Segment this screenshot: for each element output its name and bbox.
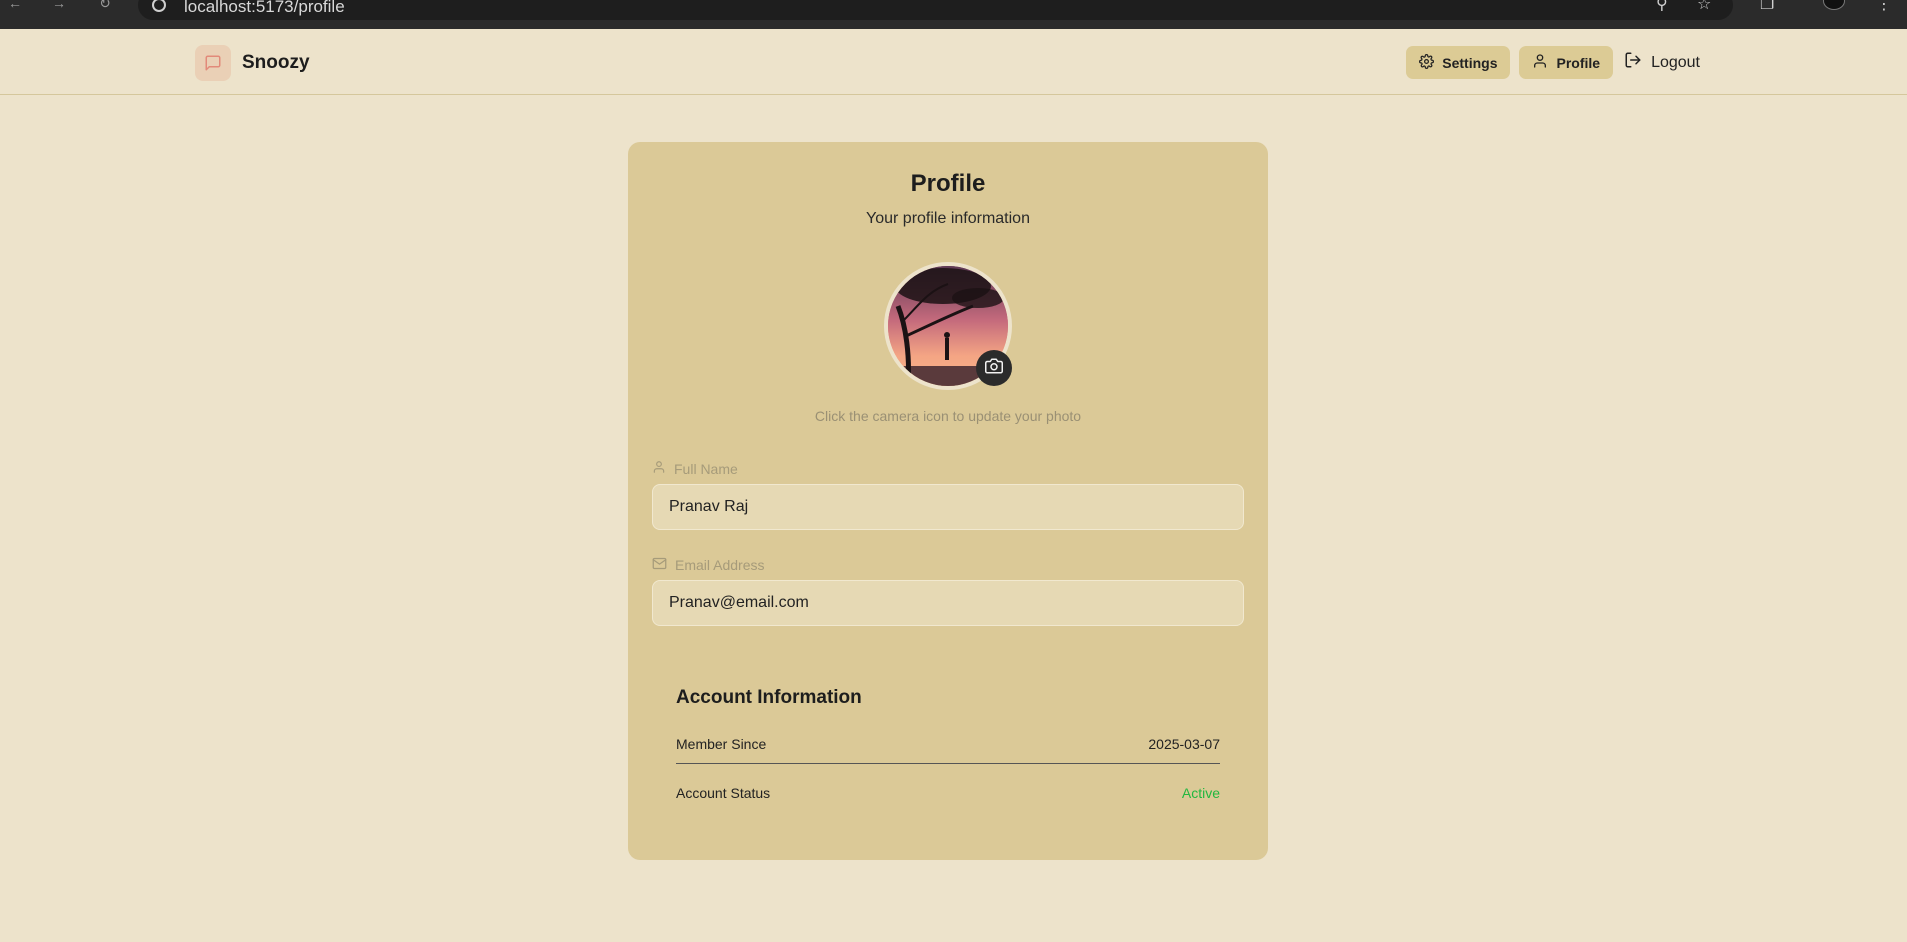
extensions-icon[interactable]: ❐ [1760,0,1774,13]
browser-toolbar: ← → ↻ localhost:5173/profile ⚲ ☆ ❐ ⋮ [0,0,1907,29]
user-icon [652,460,666,477]
star-icon[interactable]: ☆ [1697,0,1711,13]
app-header: Snoozy Settings Profile Logout [0,29,1907,95]
search-icon[interactable]: ⚲ [1656,0,1668,13]
settings-label: Settings [1442,54,1498,71]
back-icon[interactable]: ← [6,0,24,14]
full-name-label: Full Name [652,460,738,477]
member-since-value: 2025-03-07 [1148,736,1220,752]
account-info-title: Account Information [676,687,862,708]
status-badge: Active [1181,785,1220,801]
menu-icon[interactable]: ⋮ [1876,0,1892,13]
brand-name: Snoozy [242,52,310,73]
forward-icon[interactable]: → [50,0,68,14]
camera-button[interactable] [976,350,1012,386]
email-label-text: Email Address [675,557,765,573]
chat-bubble-icon [195,45,231,81]
reload-icon[interactable]: ↻ [96,0,114,14]
gear-icon [1419,53,1435,72]
site-info-icon[interactable] [152,0,166,12]
avatar-container [884,262,1012,390]
account-status-row: Account Status Active [676,785,1220,801]
header-actions: Settings Profile Logout [1406,46,1702,79]
profile-card: Profile Your profile information Click t… [628,142,1268,860]
member-since-row: Member Since 2025-03-07 [676,736,1220,764]
address-bar-url[interactable]: localhost:5173/profile [184,0,345,17]
profile-label: Profile [1556,54,1601,71]
logout-button[interactable]: Logout [1622,46,1702,79]
avatar-hint: Click the camera icon to update your pho… [814,408,1082,424]
browser-profile-avatar[interactable] [1823,0,1845,10]
settings-button[interactable]: Settings [1406,46,1511,79]
mail-icon [652,556,667,574]
camera-icon [985,357,1003,380]
brand[interactable]: Snoozy [195,45,310,81]
full-name-field[interactable]: Pranav Raj [652,484,1244,530]
user-icon [1532,53,1548,72]
account-status-label: Account Status [676,785,771,801]
page-subtitle: Your profile information [866,210,1030,227]
email-label: Email Address [652,556,764,574]
profile-button[interactable]: Profile [1519,46,1614,79]
address-bar[interactable]: localhost:5173/profile [138,0,1733,20]
page-title: Profile [910,170,986,197]
logout-icon [1624,51,1642,74]
logout-label: Logout [1651,53,1700,71]
member-since-label: Member Since [676,736,767,752]
email-field[interactable]: Pranav@email.com [652,580,1244,626]
full-name-label-text: Full Name [674,460,738,477]
